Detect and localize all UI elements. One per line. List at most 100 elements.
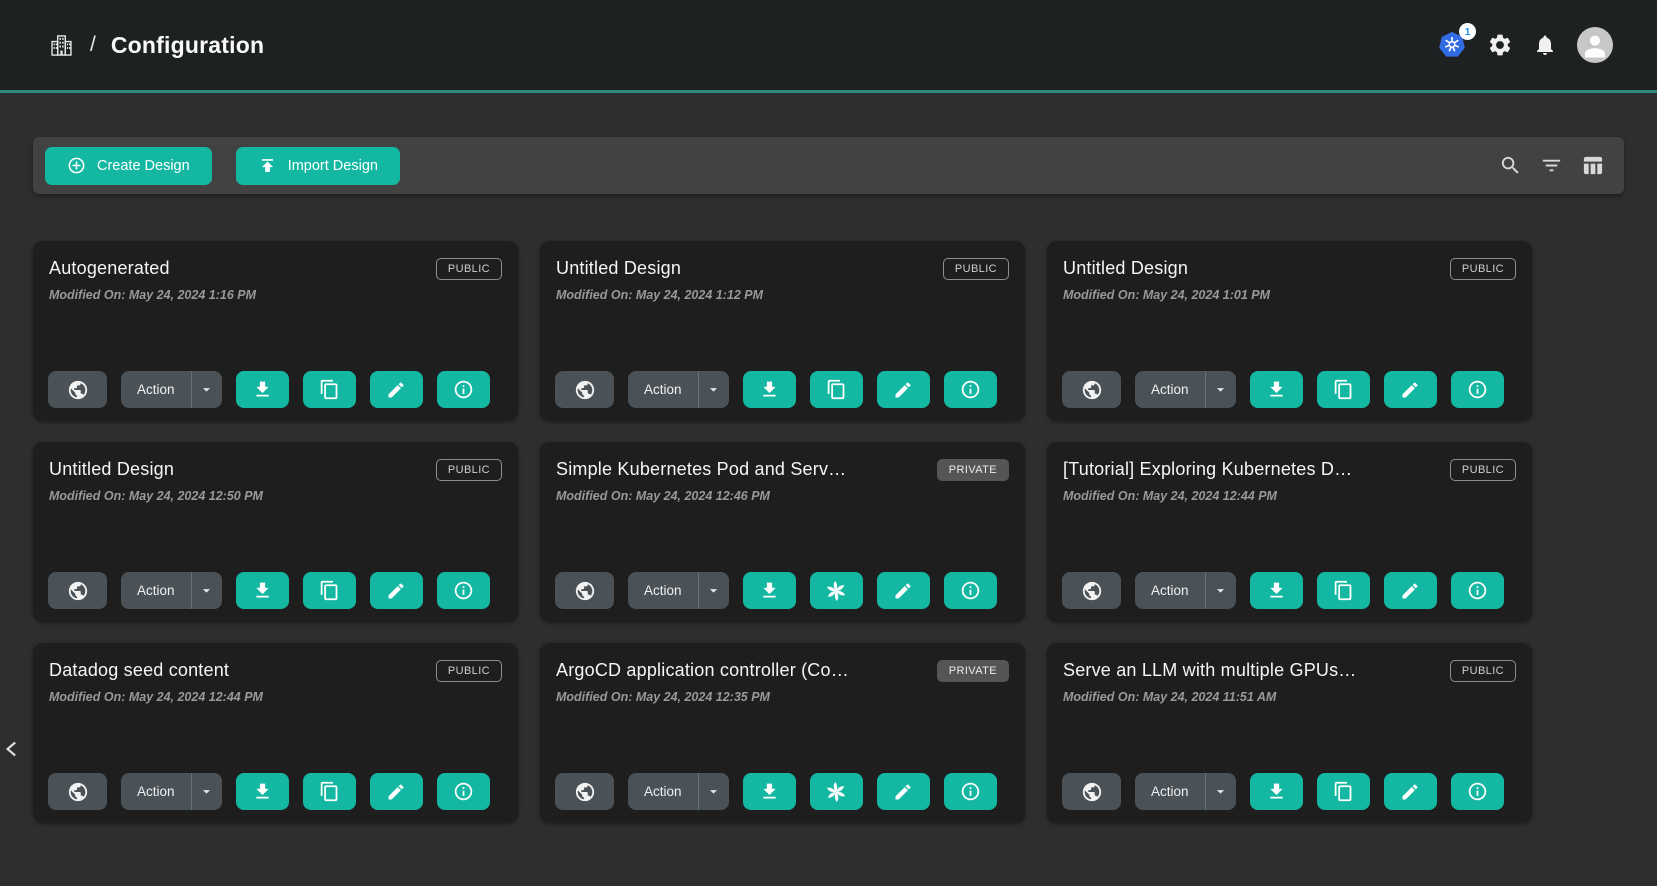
- info-button[interactable]: [437, 371, 490, 408]
- publish-button[interactable]: [48, 371, 107, 408]
- download-button[interactable]: [1250, 773, 1303, 810]
- download-button[interactable]: [1250, 572, 1303, 609]
- copy-button[interactable]: [1317, 572, 1370, 609]
- action-dropdown-toggle[interactable]: [698, 773, 729, 810]
- user-avatar-button[interactable]: [1577, 27, 1613, 63]
- info-button[interactable]: [1451, 572, 1504, 609]
- action-button[interactable]: Action: [121, 773, 191, 810]
- copy-button[interactable]: [303, 773, 356, 810]
- action-button[interactable]: Action: [628, 371, 698, 408]
- action-button[interactable]: Action: [1135, 773, 1205, 810]
- publish-button[interactable]: [1062, 773, 1121, 810]
- open-in-kanvas-button[interactable]: [810, 572, 863, 609]
- action-dropdown-toggle[interactable]: [698, 371, 729, 408]
- action-button[interactable]: Action: [1135, 572, 1205, 609]
- globe-icon: [67, 580, 89, 602]
- filter-button[interactable]: [1534, 148, 1569, 183]
- download-button[interactable]: [743, 773, 796, 810]
- info-button[interactable]: [944, 371, 997, 408]
- action-dropdown-toggle[interactable]: [1205, 773, 1236, 810]
- design-card[interactable]: Simple Kubernetes Pod and Serv… PRIVATE …: [540, 442, 1025, 622]
- publish-button[interactable]: [555, 371, 614, 408]
- edit-button[interactable]: [877, 773, 930, 810]
- action-button[interactable]: Action: [628, 773, 698, 810]
- download-button[interactable]: [236, 371, 289, 408]
- edit-button[interactable]: [1384, 572, 1437, 609]
- action-button[interactable]: Action: [1135, 371, 1205, 408]
- copy-button[interactable]: [303, 572, 356, 609]
- action-button[interactable]: Action: [121, 371, 191, 408]
- edit-button[interactable]: [370, 572, 423, 609]
- design-title: Untitled Design: [556, 258, 681, 279]
- notifications-button[interactable]: [1533, 33, 1557, 57]
- action-dropdown-toggle[interactable]: [191, 371, 222, 408]
- design-card[interactable]: Autogenerated PUBLIC Modified On: May 24…: [33, 241, 518, 421]
- chevron-left-icon: [0, 733, 26, 765]
- copy-icon: [1333, 580, 1354, 601]
- sidebar-collapse-chevron[interactable]: [0, 733, 26, 765]
- info-button[interactable]: [437, 773, 490, 810]
- design-title: Autogenerated: [49, 258, 170, 279]
- publish-button[interactable]: [1062, 572, 1121, 609]
- action-dropdown-toggle[interactable]: [1205, 371, 1236, 408]
- edit-button[interactable]: [877, 572, 930, 609]
- publish-button[interactable]: [48, 572, 107, 609]
- copy-button[interactable]: [1317, 371, 1370, 408]
- info-button[interactable]: [1451, 371, 1504, 408]
- design-card[interactable]: Untitled Design PUBLIC Modified On: May …: [540, 241, 1025, 421]
- search-icon: [1499, 154, 1522, 177]
- organization-icon: [48, 32, 75, 59]
- publish-button[interactable]: [48, 773, 107, 810]
- edit-button[interactable]: [877, 371, 930, 408]
- chevron-down-icon: [198, 783, 215, 800]
- info-icon: [453, 781, 474, 802]
- copy-button[interactable]: [303, 371, 356, 408]
- info-button[interactable]: [1451, 773, 1504, 810]
- design-card[interactable]: Untitled Design PUBLIC Modified On: May …: [33, 442, 518, 622]
- edit-button[interactable]: [370, 773, 423, 810]
- import-design-button[interactable]: Import Design: [236, 147, 400, 185]
- copy-button[interactable]: [1317, 773, 1370, 810]
- action-button[interactable]: Action: [628, 572, 698, 609]
- design-card[interactable]: ArgoCD application controller (Co… PRIVA…: [540, 643, 1025, 823]
- modified-on-text: Modified On: May 24, 2024 1:01 PM: [1063, 288, 1516, 302]
- info-button[interactable]: [944, 572, 997, 609]
- edit-button[interactable]: [370, 371, 423, 408]
- info-icon: [453, 379, 474, 400]
- download-button[interactable]: [743, 371, 796, 408]
- action-button[interactable]: Action: [121, 572, 191, 609]
- design-card[interactable]: Untitled Design PUBLIC Modified On: May …: [1047, 241, 1532, 421]
- download-button[interactable]: [743, 572, 796, 609]
- action-split-button: Action: [628, 371, 729, 408]
- download-button[interactable]: [236, 572, 289, 609]
- edit-button[interactable]: [1384, 371, 1437, 408]
- open-in-kanvas-button[interactable]: [810, 773, 863, 810]
- table-view-button[interactable]: [1575, 148, 1610, 183]
- kubernetes-context-button[interactable]: 1: [1437, 30, 1467, 60]
- action-dropdown-toggle[interactable]: [191, 773, 222, 810]
- copy-icon: [319, 781, 340, 802]
- download-button[interactable]: [236, 773, 289, 810]
- action-dropdown-toggle[interactable]: [698, 572, 729, 609]
- design-card[interactable]: Serve an LLM with multiple GPUs… PUBLIC …: [1047, 643, 1532, 823]
- publish-button[interactable]: [555, 773, 614, 810]
- modified-on-text: Modified On: May 24, 2024 12:35 PM: [556, 690, 1009, 704]
- bell-icon: [1533, 33, 1557, 57]
- create-design-button[interactable]: Create Design: [45, 147, 212, 185]
- modified-on-text: Modified On: May 24, 2024 1:12 PM: [556, 288, 1009, 302]
- copy-button[interactable]: [810, 371, 863, 408]
- publish-button[interactable]: [555, 572, 614, 609]
- action-dropdown-toggle[interactable]: [191, 572, 222, 609]
- action-label: Action: [137, 784, 175, 799]
- settings-button[interactable]: [1487, 32, 1513, 58]
- action-dropdown-toggle[interactable]: [1205, 572, 1236, 609]
- design-card[interactable]: Datadog seed content PUBLIC Modified On:…: [33, 643, 518, 823]
- search-button[interactable]: [1493, 148, 1528, 183]
- info-button[interactable]: [944, 773, 997, 810]
- info-button[interactable]: [437, 572, 490, 609]
- edit-button[interactable]: [1384, 773, 1437, 810]
- download-button[interactable]: [1250, 371, 1303, 408]
- publish-button[interactable]: [1062, 371, 1121, 408]
- copy-icon: [319, 379, 340, 400]
- design-card[interactable]: [Tutorial] Exploring Kubernetes D… PUBLI…: [1047, 442, 1532, 622]
